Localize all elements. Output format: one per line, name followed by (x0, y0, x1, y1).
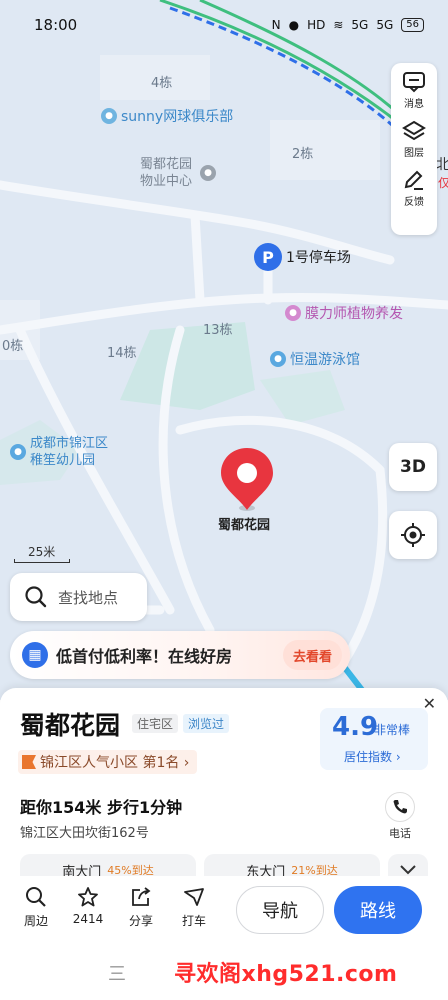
shop-icon: ● (285, 305, 301, 321)
menu-icon[interactable]: 三 (108, 960, 126, 986)
status-bar: 18:00 N ● HD ≋ 5G 5G 56 (0, 0, 448, 50)
search-nearby-icon (26, 887, 46, 907)
signal-icon-2: 5G (376, 18, 394, 32)
tennis-icon: ● (101, 108, 117, 124)
poi-property-center[interactable]: 蜀都花园 物业中心 ● (140, 156, 217, 190)
flag-icon (22, 755, 36, 769)
building-icon: ▦ (22, 642, 48, 668)
poi-tennis-label: sunny网球俱乐部 (121, 109, 234, 125)
message-button[interactable]: 消息 (402, 71, 426, 110)
poi-plant-shop[interactable]: ● 膜力师植物养发 (285, 303, 403, 323)
battery-icon: 56 (401, 18, 424, 32)
status-time: 18:00 (34, 16, 78, 34)
favorite-count: 2414 (72, 912, 104, 926)
poi-property-label-2: 物业中心 (140, 174, 193, 189)
crosshair-icon (401, 523, 425, 547)
poi-pool[interactable]: ● 恒温游泳馆 (270, 349, 360, 369)
map-app-screen: 4栋 2栋 13栋 14栋 0栋 ● sunny网球俱乐部 蜀都花园 物业中心 … (0, 0, 448, 1000)
status-icons: N ● HD ≋ 5G 5G 56 (272, 18, 424, 32)
phone-label: 电话 (389, 827, 411, 840)
message-label: 消息 (404, 99, 424, 110)
score-word: 非常棒 (374, 723, 411, 737)
nfc-icon: N (271, 18, 281, 32)
school-icon: ● (10, 444, 26, 460)
distance-text: 距你154米 步行1分钟 (20, 798, 183, 817)
map-label-building-14: 14栋 (107, 346, 137, 361)
share-button[interactable]: 分享 (121, 886, 161, 929)
3d-toggle-button[interactable]: 3D (389, 443, 437, 491)
poi-plant-label: 膜力师植物养发 (305, 306, 403, 322)
location-status-icon: ● (288, 18, 300, 32)
map-edge-label-2: 仅 (438, 176, 448, 190)
map-label-building-4: 4栋 (151, 76, 173, 91)
phone-icon (385, 792, 415, 822)
poi-parking-label: 1号停车场 (286, 250, 351, 266)
chevron-down-icon (400, 865, 416, 875)
bottom-toolbar: 周边 2414 分享 打车 导航 路线 (0, 876, 448, 944)
poi-kindergarten-label-1: 成都市锦江区 (30, 436, 109, 451)
ad-text: 低首付低利率！在线好房 (56, 647, 233, 666)
nearby-button[interactable]: 周边 (16, 886, 56, 929)
map-pin-icon (221, 448, 273, 511)
location-pin[interactable] (219, 446, 275, 516)
ad-go-button[interactable]: 去看看 (282, 640, 342, 670)
poi-kindergarten[interactable]: ● 成都市锦江区 稚笙幼儿园 (10, 435, 108, 469)
poi-pool-label: 恒温游泳馆 (290, 352, 360, 368)
map-scale-label: 25米 (28, 545, 56, 559)
search-icon (25, 586, 47, 608)
layers-label: 图层 (404, 148, 424, 159)
nearby-label: 周边 (23, 914, 48, 928)
pin-label: 蜀都花园 (218, 518, 271, 533)
parking-icon: P (254, 243, 282, 271)
map-scale-bar (14, 559, 70, 563)
taxi-button[interactable]: 打车 (174, 886, 214, 929)
map-edge-label: 北 (436, 157, 448, 173)
address-text: 锦江区大田坎街162号 (20, 826, 149, 841)
poi-kindergarten-label-2: 稚笙幼儿园 (30, 453, 96, 468)
share-icon (132, 887, 151, 906)
pencil-icon (404, 170, 423, 190)
locate-me-button[interactable] (389, 511, 437, 559)
property-icon: ● (200, 165, 217, 181)
search-bar[interactable]: 查找地点 (10, 573, 147, 621)
signal-icon-1: 5G (351, 18, 369, 32)
score-value: 4.9 (332, 712, 379, 742)
system-nav-bar: 三 寻欢阁xhg521.com (0, 944, 448, 1000)
place-title: 蜀都花园 (20, 711, 121, 740)
living-index-link: 居住指数 › (344, 750, 401, 764)
poi-property-label-1: 蜀都花园 (140, 157, 193, 172)
search-placeholder: 查找地点 (58, 588, 119, 607)
layers-icon (402, 120, 426, 141)
living-index-card[interactable]: 4.9 非常棒 居住指数 › (320, 708, 428, 770)
feedback-button[interactable]: 反馈 (402, 169, 426, 208)
share-label: 分享 (128, 914, 153, 928)
housing-ad-banner[interactable]: ▦ 低首付低利率！在线好房 去看看 (10, 631, 350, 679)
feedback-label: 反馈 (404, 197, 424, 208)
poi-parking[interactable]: P 1号停车场 (254, 243, 351, 271)
map-label-building-2: 2栋 (292, 147, 314, 162)
favorite-button[interactable]: 2414 (68, 886, 108, 926)
layers-button[interactable]: 图层 (402, 120, 426, 159)
message-icon (403, 72, 425, 93)
navigate-button[interactable]: 导航 (236, 886, 324, 934)
taxi-icon (184, 888, 204, 906)
place-type-tag: 住宅区 (132, 714, 179, 733)
taxi-label: 打车 (181, 914, 206, 928)
viewed-tag: 浏览过 (183, 714, 230, 733)
rank-text: 锦江区人气小区 第1名 › (40, 755, 190, 771)
map-tools-panel: 消息 图层 反馈 (391, 63, 437, 235)
pool-icon: ● (270, 351, 286, 367)
poi-tennis-club[interactable]: ● sunny网球俱乐部 (101, 106, 233, 126)
map-label-building-10: 0栋 (2, 339, 24, 354)
route-button[interactable]: 路线 (334, 886, 422, 934)
wifi-icon: ≋ (333, 18, 344, 32)
star-icon (78, 887, 98, 907)
popularity-rank-badge[interactable]: 锦江区人气小区 第1名 › (18, 750, 198, 774)
watermark-text: 寻欢阁xhg521.com (174, 962, 398, 987)
hd-icon: HD (307, 18, 326, 32)
map-label-building-13: 13栋 (203, 323, 233, 338)
phone-button[interactable]: 电话 (382, 792, 418, 841)
